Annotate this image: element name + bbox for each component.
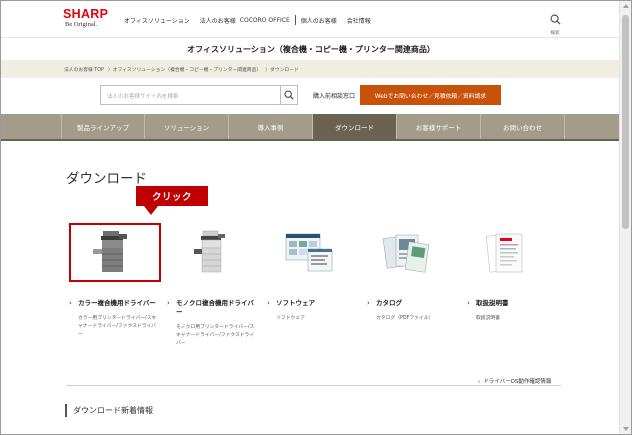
- category-title[interactable]: ソフトウェア: [276, 299, 315, 307]
- category-software[interactable]: › ソフトウェア ソフトウェア: [267, 299, 357, 323]
- main-nav: 製品ラインアップ ソリューション 導入事例 ダウンロード お客様サポート お問い…: [1, 114, 621, 139]
- topnav-personal[interactable]: 個人のお客様: [301, 16, 337, 25]
- chevron-right-icon: ›: [167, 299, 170, 307]
- driver-os-link[interactable]: › ドライバーOS動作確認情報: [478, 377, 551, 385]
- nav-solutions[interactable]: ソリューション: [145, 114, 229, 139]
- category-color-driver[interactable]: › カラー複合機用ドライバー カラー用プリンタードライバー/スキャナードライバー/…: [69, 299, 159, 339]
- category-title[interactable]: モノクロ複合機用ドライバー: [176, 299, 254, 316]
- logo-brand: SHARP: [63, 7, 109, 21]
- scrollbar-thumb[interactable]: [622, 15, 629, 229]
- news-section-title: ダウンロード新着情報: [65, 404, 153, 417]
- web-inquiry-button[interactable]: Webでお問い合わせ／見積依頼／資料請求: [360, 85, 501, 105]
- category-mono-driver[interactable]: › モノクロ複合機用ドライバー モノクロ用プリンタードライバー/スキャナードライバ…: [167, 299, 257, 348]
- mono-mfp-thumbnail[interactable]: [186, 229, 238, 277]
- chevron-right-icon: ›: [467, 299, 470, 307]
- software-thumbnail[interactable]: [284, 229, 336, 277]
- nav-download[interactable]: ダウンロード: [313, 114, 397, 139]
- section-header: オフィスソリューション（複合機・コピー機・プリンター関連商品）: [1, 37, 621, 60]
- search-row: 法人のお客様サイト内を検索 購入前相談窓口 Webでお問い合わせ／見積依頼／資料…: [1, 85, 621, 105]
- category-title[interactable]: カラー複合機用ドライバー: [78, 299, 156, 307]
- search-icon: [550, 14, 561, 25]
- nav-support[interactable]: お客様サポート: [397, 114, 481, 139]
- category-desc: カタログ（PDFファイル）: [376, 316, 434, 321]
- nav-case-studies[interactable]: 導入事例: [229, 114, 313, 139]
- browser-frame: SHARP Be Original. オフィスソリューション 法人のお客様 CO…: [0, 0, 632, 435]
- scroll-down-icon[interactable]: [623, 427, 629, 431]
- chevron-right-icon: ›: [367, 299, 370, 307]
- nav-contact[interactable]: お問い合わせ: [481, 114, 565, 139]
- topnav-office-solutions[interactable]: オフィスソリューション: [124, 16, 190, 25]
- presales-contact-link[interactable]: 購入前相談窓口: [313, 91, 355, 100]
- category-desc: カラー用プリンタードライバー/スキャナードライバー/ファクスドライバー: [78, 316, 157, 337]
- category-manual[interactable]: › 取扱説明書 取扱説明書: [467, 299, 557, 323]
- page-title: ダウンロード: [66, 171, 147, 187]
- category-desc: 取扱説明書: [476, 316, 500, 321]
- top-nav: オフィスソリューション 法人のお客様 COCORO OFFICE 個人のお客様 …: [124, 15, 371, 25]
- section-divider: [66, 385, 561, 386]
- manual-image: [485, 233, 523, 273]
- topnav-business[interactable]: 法人のお客様: [200, 16, 236, 25]
- click-callout: クリック: [136, 186, 208, 206]
- chevron-right-icon: ›: [69, 299, 72, 307]
- software-image: [285, 233, 333, 272]
- click-highlight-box: [69, 223, 161, 282]
- chevron-right-icon: ›: [267, 299, 270, 307]
- sharp-logo[interactable]: SHARP Be Original.: [63, 8, 108, 29]
- topnav-company[interactable]: 会社情報: [347, 16, 371, 25]
- category-desc: ソフトウェア: [276, 316, 305, 321]
- site-header: SHARP Be Original. オフィスソリューション 法人のお客様 CO…: [1, 1, 621, 37]
- logo-tagline: Be Original.: [65, 21, 98, 28]
- section-title[interactable]: オフィスソリューション（複合機・コピー機・プリンター関連商品）: [1, 44, 621, 55]
- site-search-button[interactable]: [280, 85, 298, 105]
- vertical-scrollbar[interactable]: [619, 1, 631, 434]
- search-label: 検索: [550, 31, 560, 36]
- scroll-up-icon[interactable]: [623, 4, 629, 8]
- breadcrumb-office[interactable]: 〉オフィスソリューション（複合機・コピー機・プリンター関連商品）: [108, 66, 261, 73]
- site-search-input[interactable]: 法人のお客様サイト内を検索: [100, 85, 280, 105]
- breadcrumb-current: 〉ダウンロード: [265, 67, 299, 73]
- category-title[interactable]: カタログ: [376, 299, 402, 307]
- catalog-thumbnail[interactable]: [381, 229, 433, 277]
- breadcrumb: 法人のお客様 TOP 〉オフィスソリューション（複合機・コピー機・プリンター関連…: [1, 60, 621, 78]
- category-title[interactable]: 取扱説明書: [476, 299, 509, 307]
- mono-mfp-image: [194, 230, 225, 273]
- category-desc: モノクロ用プリンタードライバー/スキャナードライバー/ファクスドライバー: [176, 325, 255, 346]
- topnav-separator: [294, 15, 296, 25]
- manual-thumbnail[interactable]: [478, 229, 530, 277]
- nav-underline: [1, 139, 621, 141]
- callout-pointer: [144, 206, 158, 215]
- catalog-image: [382, 234, 430, 273]
- category-catalog[interactable]: › カタログ カタログ（PDFファイル）: [367, 299, 457, 323]
- nav-products[interactable]: 製品ラインアップ: [61, 114, 145, 139]
- header-search-button[interactable]: 検索: [546, 10, 564, 36]
- search-icon: [284, 90, 294, 100]
- breadcrumb-home[interactable]: 法人のお客様 TOP: [64, 66, 104, 73]
- topnav-cocoro-office[interactable]: COCORO OFFICE: [240, 17, 290, 24]
